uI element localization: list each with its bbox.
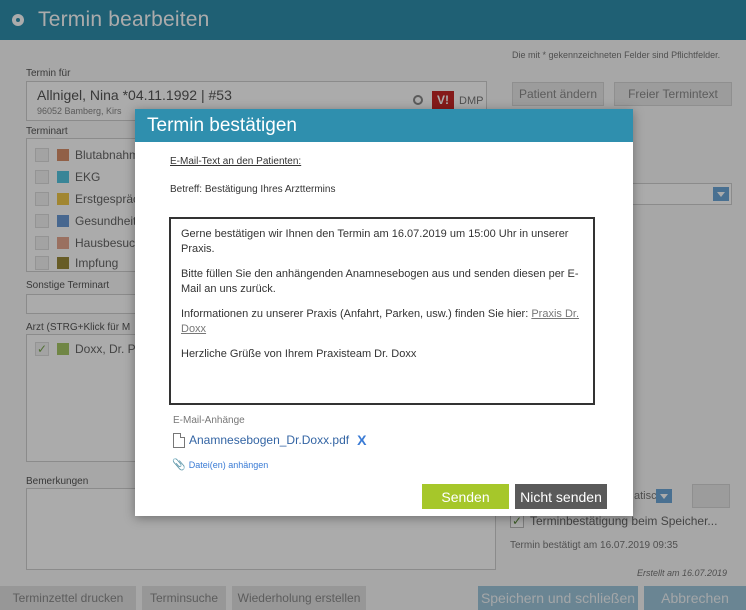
mail-paragraph: Gerne bestätigen wir Ihnen den Termin am… — [181, 228, 569, 255]
mail-paragraph: Bitte füllen Sie den anhängenden Anamnes… — [181, 268, 579, 295]
file-icon — [173, 432, 185, 448]
attach-files-link[interactable]: 📎 Datei(en) anhängen — [172, 458, 268, 471]
mail-paragraph: Informationen zu unserer Praxis (Anfahrt… — [181, 307, 583, 337]
attach-files-label: Datei(en) anhängen — [188, 459, 269, 470]
paperclip-icon: 📎 — [172, 459, 186, 471]
dont-send-button[interactable]: Nicht senden — [515, 484, 607, 509]
attachment-filename[interactable]: Anamnesebogen_Dr.Doxx.pdf — [189, 433, 349, 447]
attachment-item[interactable]: Anamnesebogen_Dr.Doxx.pdf X — [173, 432, 366, 448]
termin-bestaetigen-dialog: Termin bestätigen E-Mail-Text an den Pat… — [135, 109, 633, 516]
attachments-label: E-Mail-Anhänge — [173, 415, 245, 426]
send-button[interactable]: Senden — [422, 484, 509, 509]
mail-subject: Betreff: Bestätigung Ihres Arzttermins — [170, 184, 336, 195]
dialog-body: E-Mail-Text an den Patienten: Betreff: B… — [135, 142, 633, 516]
dialog-title: Termin bestätigen — [135, 109, 633, 142]
mail-text-label: E-Mail-Text an den Patienten: — [170, 156, 302, 167]
remove-attachment-icon[interactable]: X — [357, 432, 366, 448]
mail-body-textarea[interactable]: Gerne bestätigen wir Ihnen den Termin am… — [169, 217, 595, 405]
mail-paragraph: Herzliche Grüße von Ihrem Praxisteam Dr.… — [181, 348, 417, 360]
mail-text: Informationen zu unserer Praxis (Anfahrt… — [181, 308, 532, 320]
